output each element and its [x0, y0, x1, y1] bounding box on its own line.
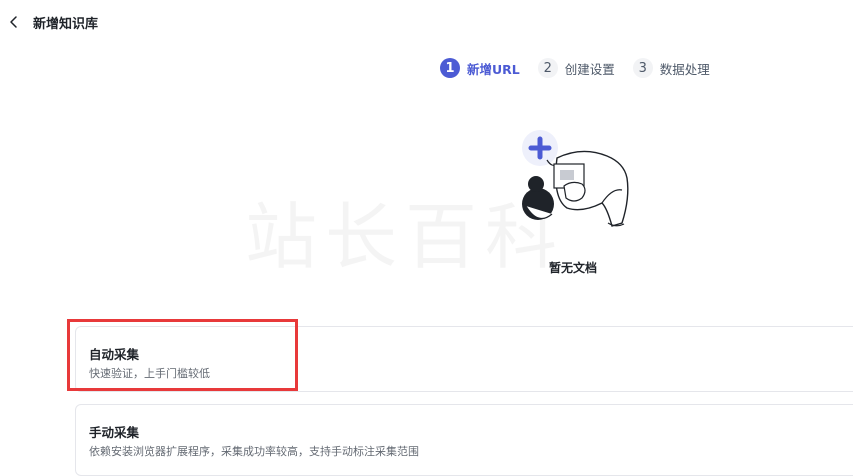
empty-state-illustration	[522, 130, 629, 227]
page-header: 新增知识库	[0, 0, 853, 46]
back-arrow-icon[interactable]	[6, 13, 22, 31]
manual-collect-option[interactable]: 手动采集 依赖安装浏览器扩展程序，采集成功率较高，支持手动标注采集范围	[75, 404, 853, 476]
step-indicator: 1 新增URL 2 创建设置 3 数据处理	[440, 58, 728, 78]
auto-collect-option[interactable]: 自动采集 快速验证，上手门槛较低	[75, 326, 853, 392]
manual-collect-description: 依赖安装浏览器扩展程序，采集成功率较高，支持手动标注采集范围	[89, 445, 419, 458]
auto-collect-description: 快速验证，上手门槛较低	[89, 367, 210, 380]
step-1-number: 1	[440, 58, 460, 78]
step-1-label: 新增URL	[467, 61, 520, 77]
step-3-label: 数据处理	[659, 61, 710, 77]
step-2-label: 创建设置	[564, 61, 615, 77]
step-2-number: 2	[537, 58, 558, 78]
auto-collect-title: 自动采集	[89, 347, 140, 362]
step-3-number: 3	[632, 58, 653, 78]
page-title: 新增知识库	[33, 17, 99, 32]
manual-collect-title: 手动采集	[89, 425, 140, 440]
step-2[interactable]: 2 创建设置	[537, 58, 615, 78]
step-3[interactable]: 3 数据处理	[632, 58, 710, 78]
empty-state-text: 暂无文档	[549, 261, 598, 275]
step-1[interactable]: 1 新增URL	[440, 58, 520, 78]
